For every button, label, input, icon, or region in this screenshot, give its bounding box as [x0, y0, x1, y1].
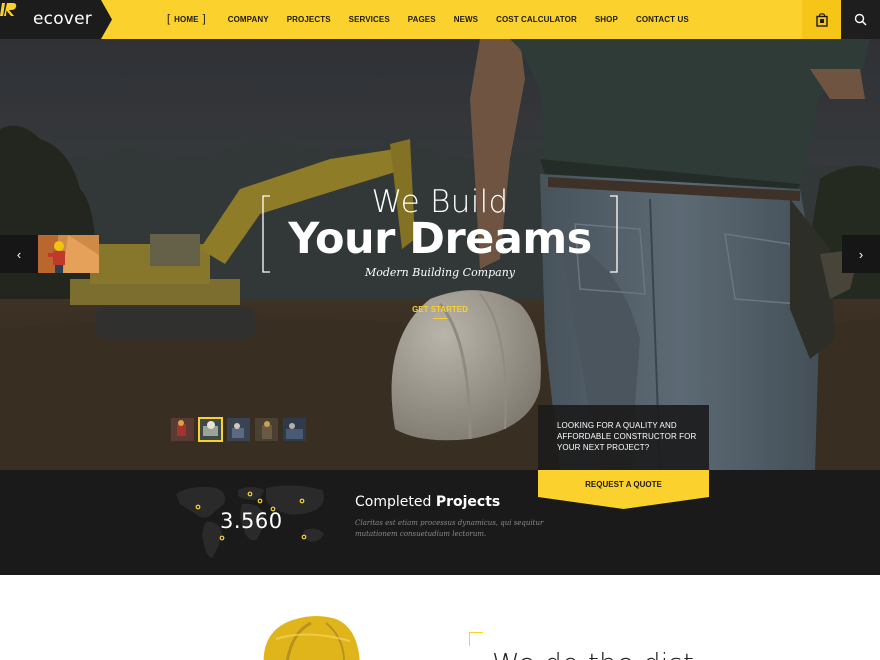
slide-thumbnail[interactable]: [283, 418, 306, 441]
hero-title-line2: Your Dreams: [288, 214, 592, 264]
slider-thumbnails: [171, 417, 311, 442]
stats-title-bold: Projects: [435, 494, 501, 510]
nav-item-cost-calculator[interactable]: COST CALCULATOR: [496, 15, 577, 24]
slide-thumbnail[interactable]: [227, 418, 250, 441]
projects-counter: 3.560: [220, 509, 283, 533]
slide-thumbnail-active[interactable]: [198, 417, 223, 442]
nav-item-home[interactable]: [ HOME ]: [163, 12, 210, 26]
nav-item-services[interactable]: SERVICES: [349, 15, 390, 24]
nav-item-shop[interactable]: SHOP: [595, 15, 618, 24]
intro-section: We do the dist: [0, 575, 880, 660]
nav-item-projects[interactable]: PROJECTS: [287, 15, 331, 24]
stats-bar: 3.560 Completed Projects Claritas est et…: [0, 470, 880, 575]
nav-item-label: HOME: [174, 15, 199, 24]
quote-prompt: LOOKING FOR A QUALITY AND AFFORDABLE CON…: [557, 421, 697, 452]
site-header: ecover [ HOME ] COMPANY PROJECTS SERVICE…: [0, 0, 880, 39]
section-heading: We do the dist: [492, 647, 694, 660]
logo-mark-icon: [0, 3, 17, 16]
chevron-right-icon: ›: [858, 246, 864, 262]
request-quote-button[interactable]: [538, 470, 709, 509]
nav-item-contact-us[interactable]: CONTACT US: [636, 15, 689, 24]
stats-title-light: Completed: [355, 494, 432, 510]
slider-prev-button[interactable]: ‹: [0, 235, 38, 273]
yellow-hard-hat-image: [263, 616, 360, 660]
slide-thumbnail[interactable]: [255, 418, 278, 441]
hero-subtitle: Modern Building Company: [364, 266, 516, 279]
cart-button[interactable]: [802, 0, 841, 39]
active-bracket-open: [: [167, 12, 171, 25]
search-icon: [854, 13, 867, 26]
nav-item-pages[interactable]: PAGES: [408, 15, 436, 24]
active-bracket-close: ]: [202, 12, 206, 25]
logo-text: ecover: [33, 9, 92, 29]
nav-item-company[interactable]: COMPANY: [228, 15, 269, 24]
slider-prev-thumbnail[interactable]: [38, 235, 99, 273]
heading-corner-accent: [469, 632, 483, 646]
stats-description: Claritas est etiam processus dynamicus, …: [355, 519, 544, 538]
slide-thumbnail[interactable]: [171, 418, 194, 441]
nav-item-news[interactable]: NEWS: [454, 15, 478, 24]
shopping-bag-icon: [815, 12, 828, 27]
search-button[interactable]: [841, 0, 880, 39]
chevron-left-icon: ‹: [16, 246, 22, 262]
slider-next-button[interactable]: ›: [842, 235, 880, 273]
get-started-link[interactable]: GET STARTED: [390, 305, 490, 319]
stats-title: Completed Projects: [355, 494, 500, 510]
logo[interactable]: ecover: [0, 0, 112, 39]
hero-slider: ‹ › We Build Your Dreams Modern Building…: [0, 39, 880, 470]
request-quote-label[interactable]: REQUEST A QUOTE: [538, 480, 709, 489]
main-navigation: [ HOME ] COMPANY PROJECTS SERVICES PAGES…: [163, 0, 707, 39]
